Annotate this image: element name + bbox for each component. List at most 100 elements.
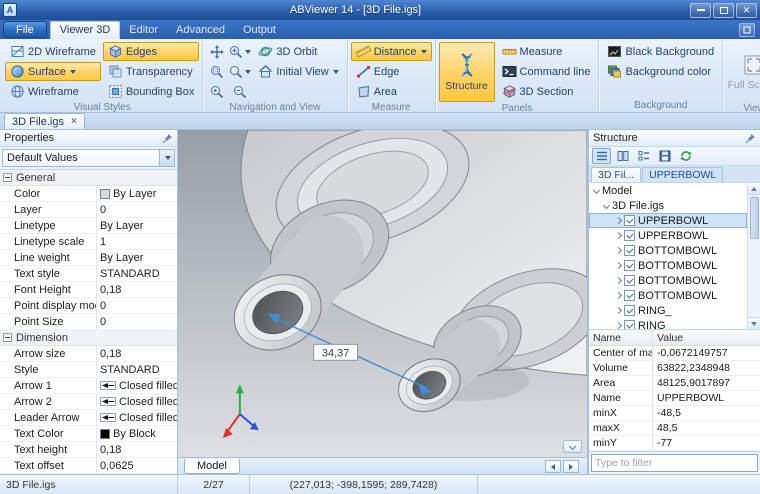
property-row[interactable]: Line weightBy Layer xyxy=(0,250,177,266)
zoom-extents-button[interactable] xyxy=(229,62,251,81)
document-tab[interactable]: 3D File.igs × xyxy=(4,113,85,129)
visibility-checkbox[interactable] xyxy=(624,230,635,241)
tree-scrollbar[interactable] xyxy=(747,183,760,329)
tree-node-part[interactable]: BOTTOMBOWL xyxy=(589,288,747,303)
structure-tab-file[interactable]: 3D Fil... xyxy=(591,167,641,182)
visibility-checkbox[interactable] xyxy=(624,290,635,301)
property-row[interactable]: Font Height0,18 xyxy=(0,282,177,298)
property-row[interactable]: StyleSTANDARD xyxy=(0,362,177,378)
visibility-checkbox[interactable] xyxy=(624,305,635,316)
initial-view-button[interactable]: Initial View xyxy=(253,62,343,81)
preset-dropdown[interactable]: Default Values xyxy=(2,149,175,167)
measure-panel-button[interactable]: Measure xyxy=(497,42,596,61)
property-row[interactable]: Arrow 2Closed filled xyxy=(0,394,177,410)
ribbon-minimize-icon[interactable] xyxy=(739,23,755,37)
surface-button[interactable]: Surface xyxy=(5,62,101,81)
3d-canvas[interactable]: 34,37 xyxy=(178,130,587,457)
maximize-button[interactable] xyxy=(713,3,734,18)
structure-tab-upperbowl[interactable]: UPPERBOWL xyxy=(642,167,723,182)
wireframe-button[interactable]: Wireframe xyxy=(5,82,101,101)
command-line-button[interactable]: Command line xyxy=(497,62,596,81)
collapse-icon[interactable] xyxy=(3,333,12,342)
area-button[interactable]: Area xyxy=(351,82,432,101)
visibility-checkbox[interactable] xyxy=(624,320,635,329)
tab-viewer-3d[interactable]: Viewer 3D xyxy=(50,21,121,39)
visibility-checkbox[interactable] xyxy=(624,215,635,226)
property-row[interactable]: Text height0,18 xyxy=(0,442,177,458)
tree-node-file[interactable]: 3D File.igs xyxy=(589,198,747,213)
background-color-button[interactable]: Background color xyxy=(602,62,719,81)
tab-editor[interactable]: Editor xyxy=(120,22,167,39)
prev-layout-button[interactable] xyxy=(545,460,561,473)
tree-node-part[interactable]: UPPERBOWL xyxy=(589,213,747,228)
columns-view-button[interactable] xyxy=(613,148,632,164)
3d-orbit-button[interactable]: 3D Orbit xyxy=(253,42,343,61)
checklist-view-button[interactable] xyxy=(634,148,653,164)
property-row[interactable]: Arrow 1Closed filled xyxy=(0,378,177,394)
transparency-button[interactable]: Transparency xyxy=(103,62,200,81)
minimize-button[interactable] xyxy=(690,3,711,18)
visibility-checkbox[interactable] xyxy=(624,260,635,271)
distance-button[interactable]: Distance xyxy=(351,42,432,61)
tree-node-part[interactable]: RING_ xyxy=(589,318,747,329)
3d-section-button[interactable]: 3D Section xyxy=(497,82,596,101)
property-row[interactable]: Linetype scale1 xyxy=(0,234,177,250)
zoom-out-button[interactable] xyxy=(229,82,251,101)
full-screen-button[interactable]: Full Screen xyxy=(726,42,760,102)
grid-row[interactable]: maxX48,5 xyxy=(589,421,760,436)
edges-button[interactable]: Edges xyxy=(103,42,200,61)
next-layout-button[interactable] xyxy=(563,460,579,473)
close-tab-icon[interactable]: × xyxy=(71,116,77,127)
scroll-down-icon[interactable] xyxy=(748,317,760,329)
tree-node-part[interactable]: BOTTOMBOWL xyxy=(589,243,747,258)
property-row[interactable]: Text offset0,0625 xyxy=(0,458,177,474)
property-row[interactable]: LinetypeBy Layer xyxy=(0,218,177,234)
structure-panel-button[interactable]: Structure xyxy=(439,42,495,102)
pan-button[interactable] xyxy=(206,42,228,61)
property-row[interactable]: Text styleSTANDARD xyxy=(0,266,177,282)
grid-row[interactable]: Area48125,9017897 xyxy=(589,376,760,391)
property-row[interactable]: Text ColorBy Block xyxy=(0,426,177,442)
visibility-checkbox[interactable] xyxy=(624,245,635,256)
section-dimension[interactable]: Dimension xyxy=(0,330,177,346)
filter-input[interactable] xyxy=(595,457,754,469)
grid-row[interactable]: Center of mass-0,0672149757 xyxy=(589,346,760,361)
bounding-box-button[interactable]: Bounding Box xyxy=(103,82,200,101)
list-view-button[interactable] xyxy=(592,148,611,164)
refresh-structure-button[interactable] xyxy=(676,148,695,164)
pin-icon[interactable] xyxy=(745,133,756,144)
property-row[interactable]: Layer0 xyxy=(0,202,177,218)
pin-icon[interactable] xyxy=(162,133,173,144)
file-menu-button[interactable]: File xyxy=(3,21,47,38)
grid-row[interactable]: minY-77 xyxy=(589,436,760,451)
viewport-collapse-button[interactable] xyxy=(563,440,582,453)
visibility-checkbox[interactable] xyxy=(624,275,635,286)
property-row[interactable]: Point Size0 xyxy=(0,314,177,330)
zoom-previous-button[interactable] xyxy=(206,82,228,101)
2d-wireframe-button[interactable]: 2D Wireframe xyxy=(5,42,101,61)
scroll-thumb[interactable] xyxy=(750,197,759,239)
model-tab[interactable]: Model xyxy=(184,459,240,474)
zoom-window-button[interactable] xyxy=(206,62,228,81)
tree-node-model[interactable]: Model xyxy=(589,183,747,198)
black-background-button[interactable]: Black Background xyxy=(602,42,719,61)
grid-row[interactable]: Volume63822,2348948 xyxy=(589,361,760,376)
edge-button[interactable]: Edge xyxy=(351,62,432,81)
collapse-icon[interactable] xyxy=(3,173,12,182)
tab-output[interactable]: Output xyxy=(234,22,285,39)
grid-row[interactable]: minX-48,5 xyxy=(589,406,760,421)
property-row[interactable]: Point display mode0 xyxy=(0,298,177,314)
tree-node-part[interactable]: RING_ xyxy=(589,303,747,318)
section-general[interactable]: General xyxy=(0,170,177,186)
tab-advanced[interactable]: Advanced xyxy=(167,22,234,39)
zoom-in-button[interactable] xyxy=(229,42,251,61)
close-button[interactable]: ✕ xyxy=(736,3,757,18)
property-row[interactable]: ColorBy Layer xyxy=(0,186,177,202)
grid-row[interactable]: NameUPPERBOWL xyxy=(589,391,760,406)
save-structure-button[interactable] xyxy=(655,148,674,164)
property-row[interactable]: Leader ArrowClosed filled xyxy=(0,410,177,426)
tree-node-part[interactable]: BOTTOMBOWL xyxy=(589,258,747,273)
tree-node-part[interactable]: BOTTOMBOWL xyxy=(589,273,747,288)
property-row[interactable]: Arrow size0,18 xyxy=(0,346,177,362)
scroll-up-icon[interactable] xyxy=(748,183,760,195)
